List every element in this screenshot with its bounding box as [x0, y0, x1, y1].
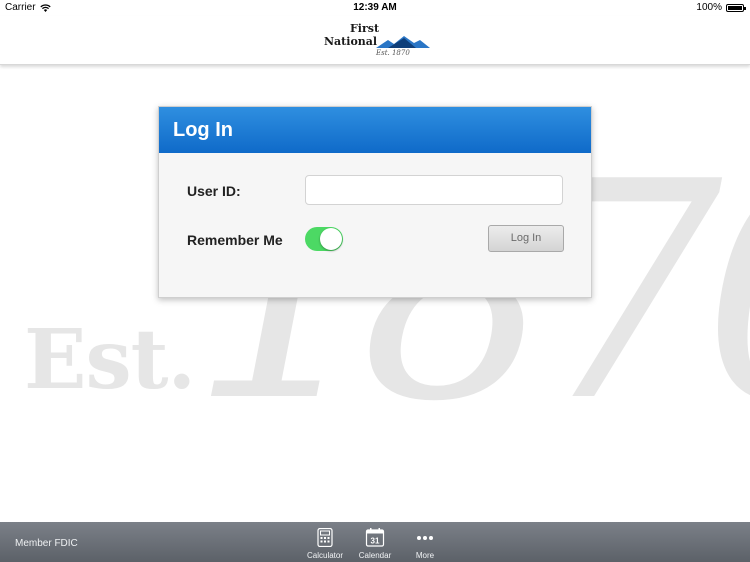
battery-area: 100% [696, 2, 746, 13]
login-card-header: Log In [159, 107, 591, 153]
tab-calculator[interactable]: Calculator [301, 525, 349, 561]
login-card: Log In User ID: Remember Me Log In [158, 106, 592, 298]
login-title: Log In [173, 119, 233, 141]
calculator-icon [317, 528, 333, 547]
battery-percent: 100% [696, 2, 722, 13]
svg-text:31: 31 [371, 537, 380, 546]
remember-me-toggle[interactable] [305, 227, 343, 251]
bottom-toolbar: Member FDIC Calculator 31 Calendar More [0, 522, 750, 562]
calendar-icon: 31 [365, 528, 385, 547]
logo-first: First [350, 22, 380, 35]
tab-calendar-label: Calendar [358, 551, 392, 560]
logo-national: National [324, 35, 378, 48]
bank-logo[interactable]: First National Est. 1870 [324, 22, 430, 60]
tab-calendar[interactable]: 31 Calendar [351, 525, 399, 561]
user-id-input[interactable] [305, 175, 563, 205]
toggle-knob [320, 228, 342, 250]
tab-more-label: More [415, 551, 435, 560]
tab-calculator-label: Calculator [306, 551, 343, 560]
remember-me-label: Remember Me [187, 232, 283, 248]
tab-more[interactable]: More [401, 525, 449, 561]
user-id-label: User ID: [187, 183, 241, 199]
mountain-logo-icon [376, 36, 430, 48]
logo-est: Est. 1870 [376, 49, 410, 57]
status-bar: Carrier 12:39 AM 100% [0, 0, 750, 16]
status-time: 12:39 AM [353, 2, 397, 13]
more-dots-icon [417, 536, 433, 540]
member-fdic-label: Member FDIC [15, 538, 78, 549]
app-header: First National Est. 1870 [0, 16, 750, 65]
login-button[interactable]: Log In [488, 225, 564, 252]
battery-icon [726, 3, 746, 12]
